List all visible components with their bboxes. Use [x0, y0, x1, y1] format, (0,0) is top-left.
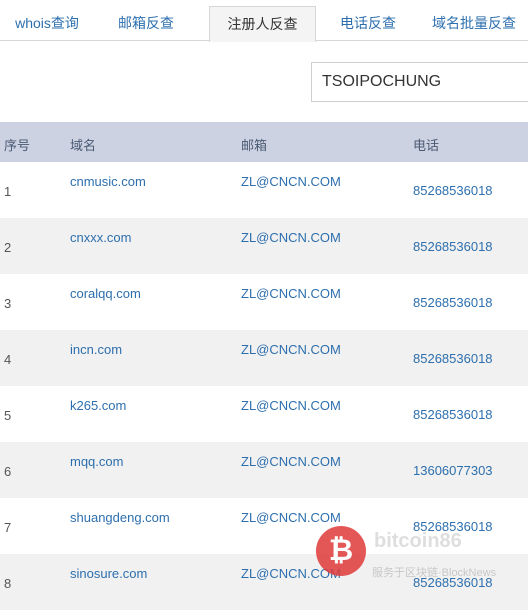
phone-link[interactable]: 85268536018 [413, 295, 493, 310]
table-row: 2 cnxxx.com ZL@CNCN.COM 85268536018 [0, 218, 528, 274]
table-row: 5 k265.com ZL@CNCN.COM 85268536018 [0, 386, 528, 442]
row-number: 6 [4, 464, 12, 479]
domain-link[interactable]: cnmusic.com [70, 174, 146, 189]
email-link[interactable]: ZL@CNCN.COM [241, 174, 341, 189]
email-link[interactable]: ZL@CNCN.COM [241, 230, 341, 245]
phone-link[interactable]: 85268536018 [413, 351, 493, 366]
table-row: 3 coralqq.com ZL@CNCN.COM 85268536018 [0, 274, 528, 330]
row-number: 4 [4, 352, 12, 367]
table-row: 4 incn.com ZL@CNCN.COM 85268536018 [0, 330, 528, 386]
domain-link[interactable]: cnxxx.com [70, 230, 131, 245]
tab-phone-reverse[interactable]: 电话反查 [326, 6, 410, 41]
row-number: 7 [4, 520, 12, 535]
row-number: 3 [4, 296, 12, 311]
phone-link[interactable]: 85268536018 [413, 239, 493, 254]
email-link[interactable]: ZL@CNCN.COM [241, 454, 341, 469]
watermark: ₿ bitcoin86 服务于区块链·BlockNews [308, 518, 528, 592]
tab-email-reverse[interactable]: 邮箱反查 [104, 6, 188, 41]
row-number: 8 [4, 576, 12, 591]
table-row: 1 cnmusic.com ZL@CNCN.COM 85268536018 [0, 162, 528, 218]
tab-batch-domain-reverse[interactable]: 域名批量反查 [420, 6, 528, 41]
tab-bar: whois查询 邮箱反查 注册人反查 电话反查 域名批量反查 [0, 0, 528, 42]
phone-link[interactable]: 13606077303 [413, 463, 493, 478]
phone-link[interactable]: 85268536018 [413, 407, 493, 422]
domain-link[interactable]: incn.com [70, 342, 122, 357]
header-email: 邮箱 [241, 138, 268, 153]
registrant-search-input[interactable]: TSOIPOCHUNG [311, 62, 528, 102]
watermark-tagline: 服务于区块链·BlockNews [372, 567, 497, 579]
row-number: 2 [4, 240, 12, 255]
domain-link[interactable]: sinosure.com [70, 566, 147, 581]
phone-link[interactable]: 85268536018 [413, 183, 493, 198]
header-phone: 电话 [413, 138, 440, 153]
domain-link[interactable]: mqq.com [70, 454, 123, 469]
watermark-brand: bitcoin86 [374, 530, 462, 552]
row-number: 1 [4, 184, 12, 199]
bitcoin-logo-icon: ₿ [316, 526, 366, 576]
email-link[interactable]: ZL@CNCN.COM [241, 286, 341, 301]
header-num: 序号 [4, 138, 31, 153]
domain-link[interactable]: k265.com [70, 398, 126, 413]
tab-whois-query[interactable]: whois查询 [0, 6, 94, 41]
domain-link[interactable]: coralqq.com [70, 286, 141, 301]
header-domain: 域名 [70, 138, 97, 153]
email-link[interactable]: ZL@CNCN.COM [241, 398, 341, 413]
table-header: 序号 域名 邮箱 电话 [0, 122, 528, 162]
table-row: 6 mqq.com ZL@CNCN.COM 13606077303 [0, 442, 528, 498]
tab-registrant-reverse[interactable]: 注册人反查 [209, 6, 316, 42]
row-number: 5 [4, 408, 12, 423]
email-link[interactable]: ZL@CNCN.COM [241, 342, 341, 357]
domain-link[interactable]: shuangdeng.com [70, 510, 170, 525]
